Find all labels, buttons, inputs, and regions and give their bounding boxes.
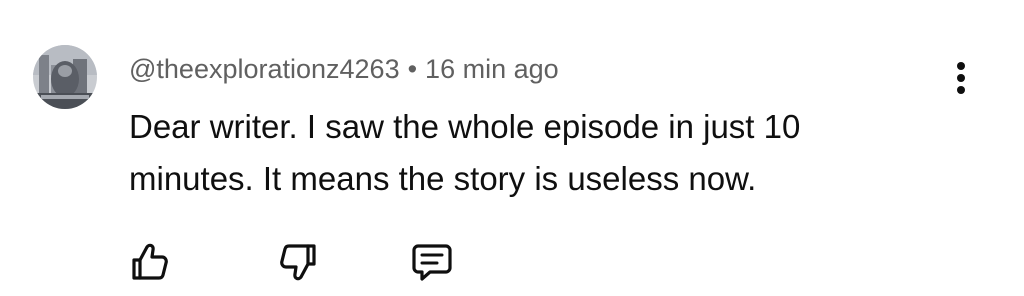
meta-separator: •	[407, 54, 418, 84]
thumbs-down-icon	[280, 244, 316, 281]
comment-text: Dear writer. I saw the whole episode in …	[129, 108, 801, 197]
like-button[interactable]	[128, 240, 172, 284]
more-vertical-icon	[957, 62, 965, 94]
dislike-button[interactable]	[276, 240, 320, 284]
reply-button[interactable]	[410, 240, 454, 284]
author-name[interactable]: @theexplorationz4263	[129, 54, 400, 84]
thumbs-up-icon	[132, 243, 168, 280]
comment-reply-icon	[412, 244, 452, 281]
more-options-button[interactable]	[946, 58, 976, 98]
author-avatar[interactable]	[33, 45, 97, 109]
avatar-photo-icon	[33, 45, 97, 109]
comment-header: @theexplorationz4263 • 16 min ago	[129, 52, 559, 86]
comment-time[interactable]: 16 min ago	[425, 54, 559, 84]
